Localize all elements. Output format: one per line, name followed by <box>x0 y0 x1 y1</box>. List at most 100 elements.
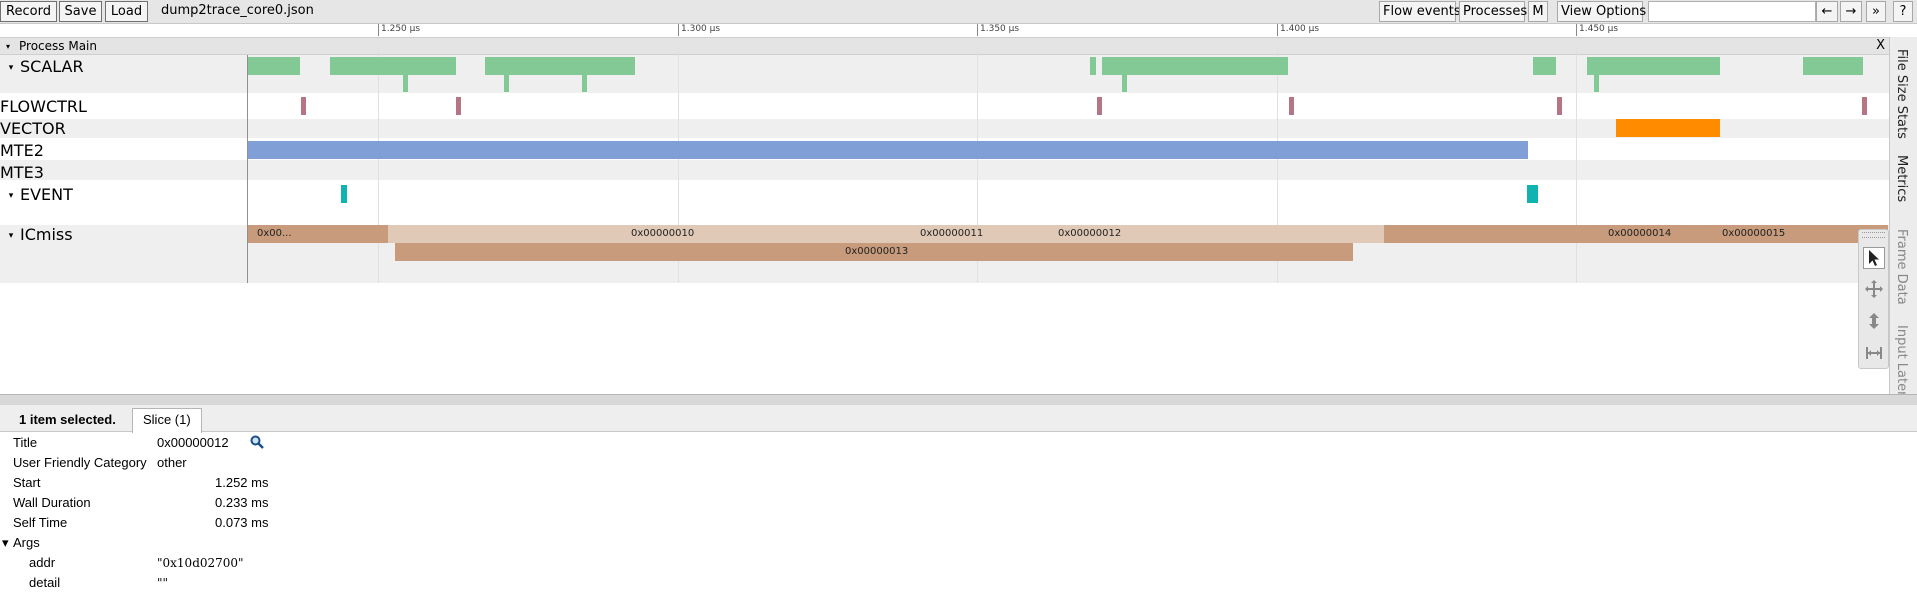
scalar-slice[interactable] <box>485 57 635 75</box>
process-title: Process Main <box>19 39 97 53</box>
track-label-mte3: MTE3 <box>0 163 44 182</box>
vector-track <box>0 119 1889 138</box>
scalar-slice[interactable] <box>1803 57 1863 75</box>
toolbar: Record Save Load dump2trace_core0.json F… <box>0 0 1917 24</box>
process-header[interactable]: ▾ Process Main X <box>0 37 1889 55</box>
prop-value: 0x00000012 <box>157 435 229 450</box>
prop-label: Start <box>13 475 41 490</box>
time-ruler[interactable]: 1.250 μs 1.300 μs 1.350 μs 1.400 μs 1.45… <box>248 24 1888 36</box>
collapse-triangle-icon[interactable]: ▾ <box>2 191 20 201</box>
ruler-tick: 1.250 μs <box>378 24 420 36</box>
ruler-tick: 1.400 μs <box>1277 24 1319 36</box>
track-label-icmiss[interactable]: ▾ ICmiss <box>0 225 248 244</box>
tab-frame-data[interactable]: Frame Data <box>1894 229 1909 305</box>
collapse-triangle-icon[interactable]: ▾ <box>6 39 10 55</box>
ruler-tick: 1.450 μs <box>1576 24 1618 36</box>
mte3-track <box>0 160 1889 180</box>
close-process-button[interactable]: X <box>1876 38 1885 54</box>
flowctrl-slice[interactable] <box>1862 97 1867 115</box>
scalar-slice[interactable] <box>1090 57 1096 75</box>
flowctrl-slice[interactable] <box>1289 97 1294 115</box>
track-label-mte2: MTE2 <box>0 141 44 160</box>
save-button[interactable]: Save <box>59 1 102 22</box>
load-button[interactable]: Load <box>105 1 148 22</box>
cursor-arrow-icon[interactable] <box>1863 247 1885 269</box>
vector-slice[interactable] <box>1616 119 1720 137</box>
prop-value: 0.233 ms <box>215 495 269 510</box>
prop-label: detail <box>29 575 61 590</box>
slice-label: 0x00000014 <box>1608 228 1672 239</box>
analysis-panel-header: 1 item selected. Slice (1) <box>0 405 1917 433</box>
slice-label: 0x00000013 <box>845 246 909 257</box>
grid-line <box>378 47 379 283</box>
flowctrl-slice[interactable] <box>1557 97 1562 115</box>
prop-label: Title <box>13 435 38 450</box>
timing-range-icon[interactable] <box>1863 343 1885 365</box>
tab-file-size-stats[interactable]: File Size Stats <box>1894 49 1909 139</box>
scalar-slice[interactable] <box>1122 75 1127 92</box>
track-label-scalar[interactable]: ▾ SCALAR <box>0 57 248 76</box>
move-cross-icon[interactable] <box>1863 279 1885 301</box>
scalar-slice[interactable] <box>1587 57 1720 75</box>
track-label-event[interactable]: ▾ EVENT <box>0 185 248 204</box>
mouse-mode-palette <box>1858 229 1889 369</box>
slice-label: 0x00000012 <box>1058 228 1122 239</box>
search-input[interactable] <box>1648 1 1816 22</box>
mte2-slice[interactable] <box>248 141 1528 159</box>
processes-button[interactable]: Processes <box>1459 1 1527 22</box>
flowctrl-track <box>0 93 1889 119</box>
icmiss-slice[interactable]: 0x00000013 <box>395 243 1353 261</box>
scalar-slice[interactable] <box>403 75 408 92</box>
prop-value: "0x10d02700" <box>157 556 244 570</box>
ruler-tick: 1.300 μs <box>678 24 720 36</box>
trace-filename: dump2trace_core0.json <box>161 3 314 18</box>
flowctrl-slice[interactable] <box>301 97 306 115</box>
event-slice[interactable] <box>341 185 347 203</box>
scalar-slice[interactable] <box>330 57 456 75</box>
zoom-arrow-icon[interactable] <box>1863 311 1885 333</box>
icmiss-slice[interactable]: 0x00000014 0x00000015 <box>1384 225 1888 243</box>
event-slice[interactable] <box>1527 185 1538 203</box>
prop-label: Args <box>13 535 40 550</box>
grid-line <box>1576 47 1577 283</box>
prop-value: "" <box>157 576 169 590</box>
scalar-slice[interactable] <box>504 75 509 92</box>
slice-label: 0x00000010 <box>631 228 695 239</box>
scalar-slice[interactable] <box>582 75 587 92</box>
scalar-slice[interactable] <box>1533 57 1556 75</box>
flowctrl-slice[interactable] <box>1097 97 1102 115</box>
prop-label: Wall Duration <box>13 495 91 510</box>
search-prev-button[interactable]: ← <box>1816 1 1838 22</box>
prop-value: 1.252 ms <box>215 475 269 490</box>
expand-triangle-icon[interactable]: ▾ <box>2 533 9 553</box>
scalar-slice[interactable] <box>248 57 300 75</box>
prop-label: Self Time <box>13 515 68 530</box>
side-panel-tabs: File Size Stats Metrics Frame Data Input… <box>1889 37 1917 414</box>
metadata-button[interactable]: M <box>1528 1 1548 22</box>
slice-label: 0x00000011 <box>920 228 984 239</box>
tab-slice[interactable]: Slice (1) <box>132 408 202 433</box>
icmiss-slice[interactable]: 0x00... <box>248 225 388 243</box>
view-options-button[interactable]: View Options <box>1557 1 1646 22</box>
magnifier-icon[interactable] <box>250 435 264 455</box>
scalar-slice[interactable] <box>1594 75 1599 92</box>
more-button[interactable]: » <box>1866 1 1886 22</box>
ruler-tick: 1.350 μs <box>977 24 1019 36</box>
prop-value: other <box>157 455 187 470</box>
drag-handle[interactable] <box>1862 232 1885 238</box>
tab-metrics[interactable]: Metrics <box>1894 155 1909 202</box>
track-label-flowctrl: FLOWCTRL <box>0 97 87 116</box>
scalar-slice[interactable] <box>1102 57 1288 75</box>
search-next-button[interactable]: → <box>1840 1 1862 22</box>
flowctrl-slice[interactable] <box>456 97 461 115</box>
track-label-vector: VECTOR <box>0 119 66 138</box>
collapse-triangle-icon[interactable]: ▾ <box>2 63 20 73</box>
record-button[interactable]: Record <box>0 1 57 22</box>
help-button[interactable]: ? <box>1893 1 1913 22</box>
event-track <box>0 180 1889 225</box>
prop-value: 0.073 ms <box>215 515 269 530</box>
flow-events-button[interactable]: Flow events <box>1379 1 1461 22</box>
slice-label: 0x00000015 <box>1722 228 1786 239</box>
collapse-triangle-icon[interactable]: ▾ <box>2 231 20 241</box>
icmiss-slice[interactable]: 0x00000010 0x00000011 0x00000012 <box>388 225 1384 243</box>
